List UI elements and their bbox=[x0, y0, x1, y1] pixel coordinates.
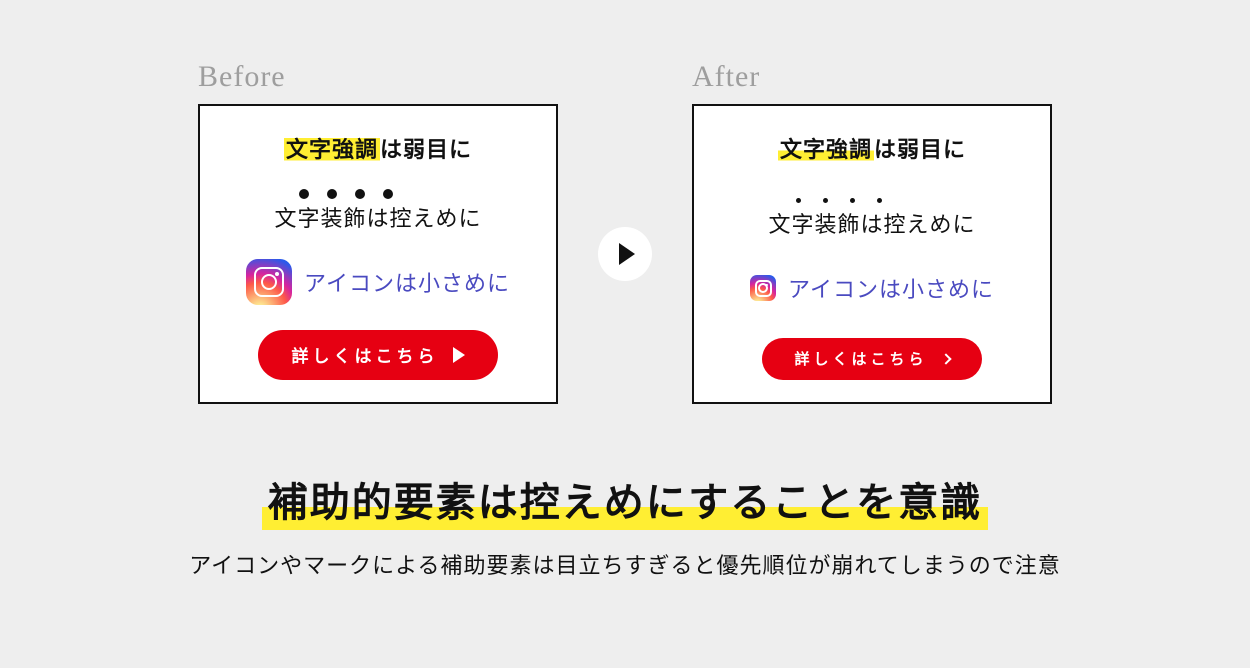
line1-rest: は弱目に bbox=[380, 137, 472, 162]
before-after-comparison: Before 文字強調は弱目に 文字装飾は控えめに アイコンは小さめに 詳しくは… bbox=[180, 60, 1070, 404]
after-label: After bbox=[692, 60, 760, 94]
highlighted-text: 文字強調 bbox=[778, 137, 874, 162]
after-column: After 文字強調は弱目に 文字装飾は控えめに アイコンは小さめに 詳しくはこ… bbox=[692, 60, 1052, 404]
subline: アイコンやマークによる補助要素は目立ちすぎると優先順位が崩れてしまうので注意 bbox=[0, 548, 1250, 580]
line2-text: 文字装飾は控えめに bbox=[768, 207, 975, 239]
headline: 補助的要素は控えめにすることを意識 bbox=[262, 470, 988, 530]
before-column: Before 文字強調は弱目に 文字装飾は控えめに アイコンは小さめに 詳しくは… bbox=[198, 60, 558, 404]
cta-button[interactable]: 詳しくはこちら bbox=[258, 330, 498, 380]
cta-label: 詳しくはこちら bbox=[292, 342, 439, 367]
line-icon: アイコンは小さめに bbox=[750, 272, 994, 304]
play-icon bbox=[453, 347, 465, 363]
emphasis-dots-icon bbox=[299, 189, 393, 199]
after-panel: 文字強調は弱目に 文字装飾は控えめに アイコンは小さめに 詳しくはこちら bbox=[692, 104, 1052, 404]
line2-text: 文字装飾は控えめに bbox=[274, 201, 481, 233]
highlighted-text: 文字強調 bbox=[284, 137, 380, 162]
line3-text: アイコンは小さめに bbox=[304, 266, 510, 298]
instagram-icon bbox=[246, 259, 292, 305]
line1-rest: は弱目に bbox=[874, 137, 966, 162]
transition-arrow bbox=[598, 227, 652, 281]
instagram-icon bbox=[750, 275, 776, 301]
play-icon bbox=[619, 243, 635, 265]
line-icon: アイコンは小さめに bbox=[246, 259, 510, 305]
emphasis-dots-icon bbox=[796, 198, 882, 203]
line-emphasis: 文字強調は弱目に bbox=[778, 132, 966, 164]
line-emphasis: 文字強調は弱目に bbox=[284, 132, 472, 164]
cta-button[interactable]: 詳しくはこちら bbox=[762, 338, 982, 380]
line-decoration: 文字装飾は控えめに bbox=[274, 189, 481, 233]
before-label: Before bbox=[198, 60, 286, 94]
chevron-right-icon bbox=[940, 353, 951, 364]
line-decoration: 文字装飾は控えめに bbox=[768, 198, 975, 239]
cta-label: 詳しくはこちら bbox=[794, 348, 927, 369]
caption-block: 補助的要素は控えめにすることを意識 アイコンやマークによる補助要素は目立ちすぎる… bbox=[0, 470, 1250, 580]
line3-text: アイコンは小さめに bbox=[788, 272, 994, 304]
before-panel: 文字強調は弱目に 文字装飾は控えめに アイコンは小さめに 詳しくはこちら bbox=[198, 104, 558, 404]
